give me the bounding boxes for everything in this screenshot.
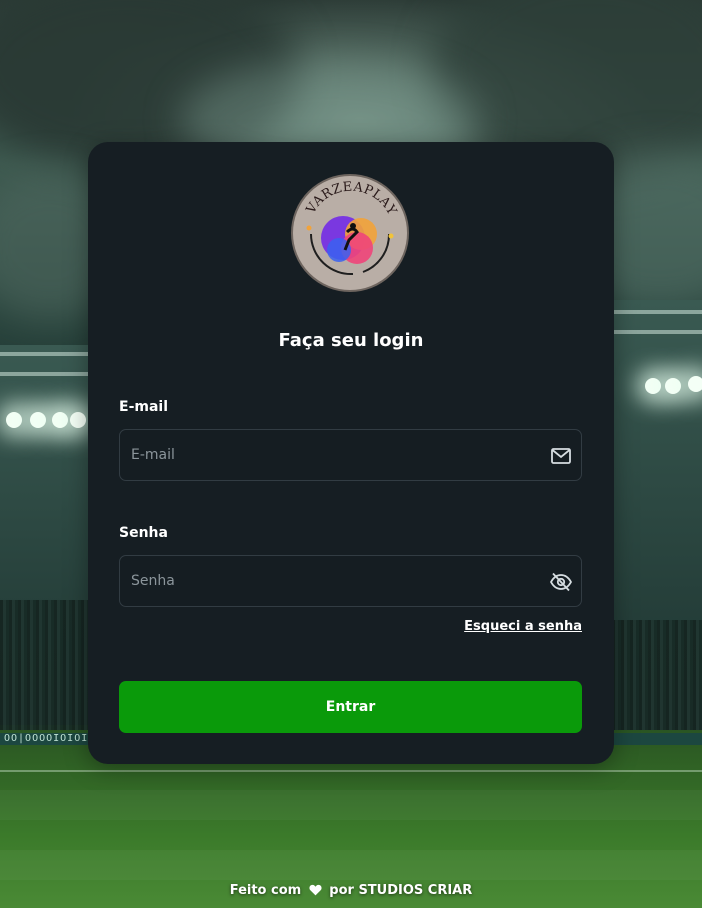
page-title: Faça seu login bbox=[278, 330, 424, 351]
eye-off-icon[interactable] bbox=[549, 570, 573, 594]
password-label: Senha bbox=[119, 525, 168, 541]
email-label: E-mail bbox=[119, 399, 169, 415]
login-button[interactable]: Entrar bbox=[119, 681, 582, 733]
varzeaplay-logo: VARZEAPLAY bbox=[291, 174, 409, 292]
svg-text:VARZEAPLAY: VARZEAPLAY bbox=[303, 180, 399, 218]
email-input[interactable] bbox=[131, 430, 531, 480]
logo-text: VARZEAPLAY bbox=[303, 180, 399, 218]
footer-suffix: por STUDIOS CRIAR bbox=[329, 883, 473, 898]
password-field-container bbox=[119, 555, 582, 607]
heart-icon bbox=[309, 884, 322, 900]
footer: Feito com por STUDIOS CRIAR bbox=[0, 883, 702, 900]
mail-icon bbox=[549, 444, 573, 468]
password-input[interactable] bbox=[131, 556, 531, 606]
forgot-password-link[interactable]: Esqueci a senha bbox=[464, 619, 582, 634]
ad-board-text: OO|OOOOIOIOIO bbox=[4, 733, 96, 744]
footer-prefix: Feito com bbox=[229, 883, 302, 898]
email-field-container bbox=[119, 429, 582, 481]
login-card: VARZEAPLAY Faça seu login E-mail Senha bbox=[88, 142, 614, 764]
